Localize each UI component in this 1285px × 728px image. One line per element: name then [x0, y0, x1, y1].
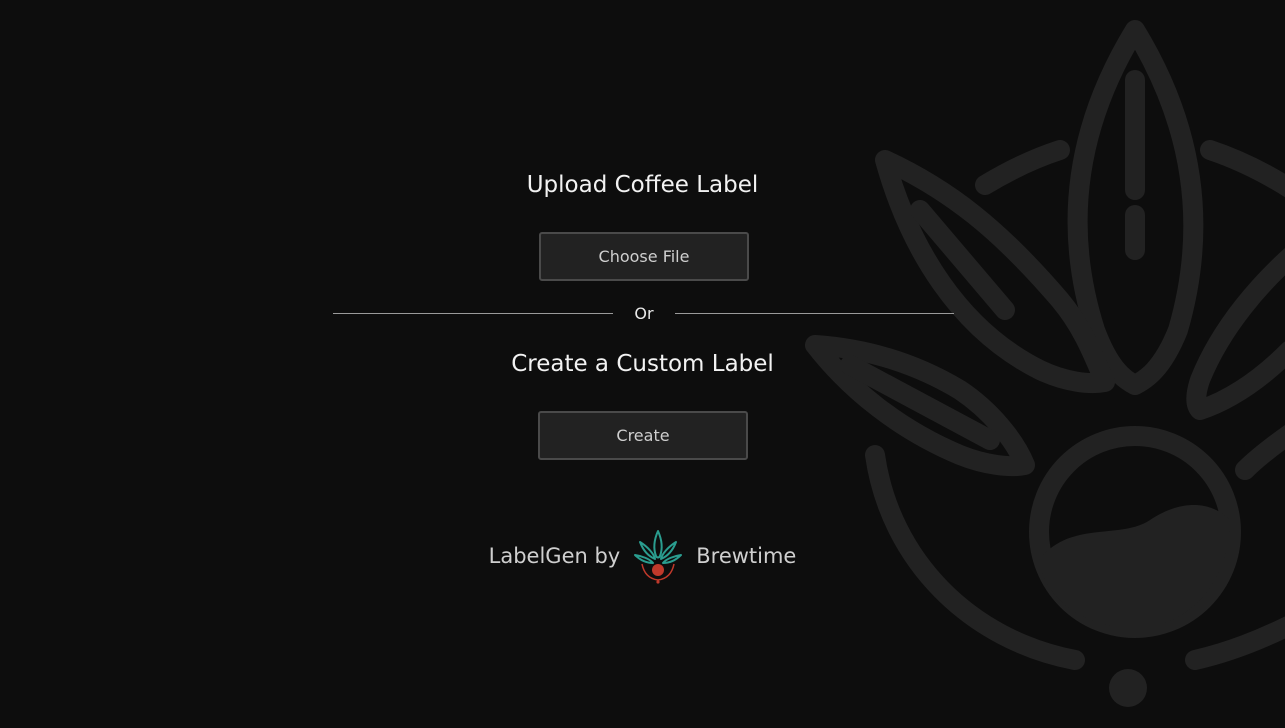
create-custom-title: Create a Custom Label	[511, 351, 774, 377]
page: Upload Coffee Label Choose File Or Creat…	[0, 0, 1285, 728]
upload-title: Upload Coffee Label	[526, 172, 759, 198]
divider-line-right	[675, 313, 954, 314]
divider-or-text: Or	[634, 304, 654, 323]
footer-prefix-text: LabelGen by	[488, 544, 621, 568]
divider-line-left	[333, 313, 613, 314]
brewtime-leaf-logo-icon	[634, 530, 683, 584]
create-button[interactable]: Create	[538, 411, 748, 460]
footer-brand-text: Brewtime	[696, 544, 797, 568]
choose-file-button[interactable]: Choose File	[539, 232, 749, 281]
footer-branding: LabelGen by Brewtime	[0, 528, 1285, 584]
